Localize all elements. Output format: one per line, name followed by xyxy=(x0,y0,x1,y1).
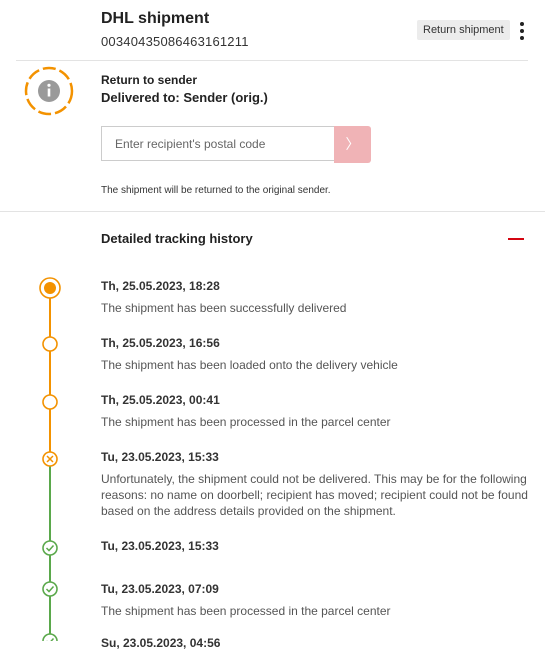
event-description: The shipment has been loaded onto the de… xyxy=(101,358,398,372)
step-done-icon xyxy=(42,336,58,352)
event-description: Unfortunately, the shipment could not be… xyxy=(101,472,528,518)
tracking-timeline xyxy=(39,277,61,641)
event-date: Th, 25.05.2023, 16:56 xyxy=(101,336,220,350)
event-date: Tu, 23.05.2023, 15:33 xyxy=(101,539,219,553)
event-date: Th, 25.05.2023, 00:41 xyxy=(101,393,220,407)
event-date: Su, 23.05.2023, 04:56 xyxy=(101,636,221,650)
step-done-icon xyxy=(42,394,58,410)
check-icon xyxy=(42,540,58,556)
event-description: The shipment has been successfully deliv… xyxy=(101,301,347,315)
event-description: The shipment has been processed in the p… xyxy=(101,604,391,618)
check-icon xyxy=(42,633,58,641)
current-status-icon xyxy=(39,277,61,299)
event-description: The shipment has been processed in the p… xyxy=(101,415,391,429)
failed-icon xyxy=(42,451,58,467)
event-date: Tu, 23.05.2023, 07:09 xyxy=(101,582,219,596)
event-date: Tu, 23.05.2023, 15:33 xyxy=(101,450,219,464)
event-date: Th, 25.05.2023, 18:28 xyxy=(101,279,220,293)
check-icon xyxy=(42,581,58,597)
